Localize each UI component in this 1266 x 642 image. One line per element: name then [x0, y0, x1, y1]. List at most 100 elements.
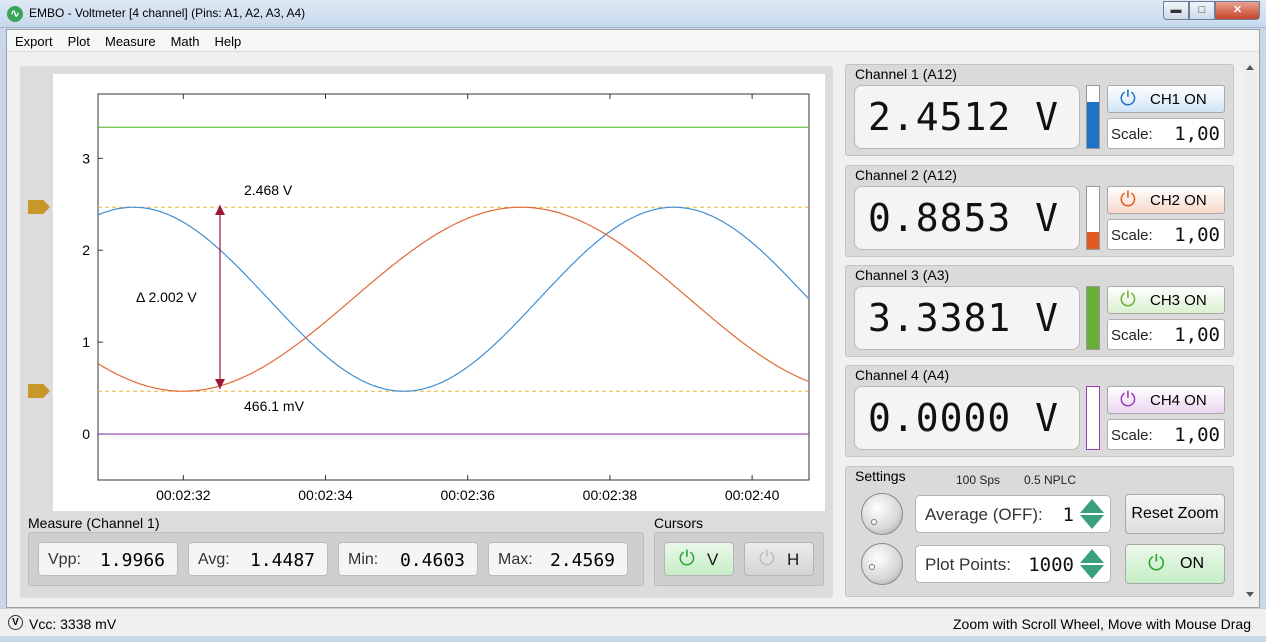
maximize-button[interactable]: □ — [1189, 1, 1215, 20]
window-titlebar: ∿ EMBO - Voltmeter [4 channel] (Pins: A1… — [0, 0, 1266, 28]
measure-label: Vpp: — [48, 551, 81, 568]
cursors-title: Cursors — [654, 515, 704, 531]
ch3-on-button[interactable]: ⏻ CH3 ON — [1107, 286, 1225, 314]
channel-2-scale-field[interactable]: Scale: 1,00 — [1107, 219, 1225, 250]
knob-indicator — [869, 564, 875, 570]
ch2-button-label: CH2 ON — [1150, 192, 1207, 209]
menu-plot[interactable]: Plot — [60, 30, 97, 51]
cursor-handle-upper[interactable] — [28, 200, 50, 214]
spin-down-icon[interactable] — [1080, 515, 1104, 529]
average-spinbox[interactable]: Average (OFF): 1 — [915, 495, 1111, 533]
cursor-v-button[interactable]: ⏻ V — [664, 542, 734, 576]
channel-3-scale-field[interactable]: Scale: 1,00 — [1107, 319, 1225, 350]
y-tick-label: 3 — [82, 150, 90, 166]
y-tick-label: 1 — [82, 334, 90, 350]
average-knob[interactable] — [861, 493, 903, 535]
spin-up-icon[interactable] — [1080, 549, 1104, 563]
spin-down-icon[interactable] — [1080, 565, 1104, 579]
scroll-down-icon[interactable] — [1246, 592, 1254, 597]
ch4-on-button[interactable]: ⏻ CH4 ON — [1107, 386, 1225, 414]
channel-1-value: 2.4512 V — [867, 95, 1059, 139]
measure-avg: Avg: 1.4487 — [188, 542, 328, 576]
x-tick-label: 00:02:32 — [156, 487, 211, 503]
cursor-handle-lower[interactable] — [28, 384, 50, 398]
series-line-1 — [97, 206, 809, 392]
ch1-on-button[interactable]: ⏻ CH1 ON — [1107, 85, 1225, 113]
channel-4-title: Channel 4 (A4) — [855, 367, 950, 383]
channel-4-panel: Channel 4 (A4) 0.0000 V ⏻ CH4 ON Scale: … — [845, 365, 1234, 457]
cursor-h-label: H — [787, 550, 800, 569]
channel-2-level-fill — [1087, 232, 1099, 249]
cursor-delta-label: Δ 2.002 V — [136, 289, 197, 305]
x-tick-label: 00:02:34 — [298, 487, 353, 503]
scale-value: 1,00 — [1174, 324, 1220, 346]
plot-area[interactable]: 0 1 2 3 00:02:32 00:02:34 00:02:36 00:02:38 00:0… — [53, 74, 825, 511]
menu-math[interactable]: Math — [163, 30, 207, 51]
measure-label: Min: — [348, 551, 379, 568]
plot-points-knob[interactable] — [861, 543, 903, 585]
cursors-group: ⏻ V ⏻ H — [654, 532, 824, 586]
channel-3-value: 3.3381 V — [867, 296, 1059, 340]
x-tick-label: 00:02:36 — [440, 487, 495, 503]
voltage-plot[interactable]: 0 1 2 3 00:02:32 00:02:34 00:02:36 00:02:38 00:0… — [53, 74, 825, 511]
channel-4-scale-field[interactable]: Scale: 1,00 — [1107, 419, 1225, 450]
run-on-button[interactable]: ⏻ ON — [1125, 544, 1225, 584]
cursor-h-button[interactable]: ⏻ H — [744, 542, 814, 576]
channel-1-title: Channel 1 (A12) — [855, 66, 957, 82]
channel-2-level-bar — [1086, 186, 1100, 250]
measure-title: Measure (Channel 1) — [28, 515, 160, 531]
window-controls: ▬ □ ✕ — [1163, 1, 1260, 20]
channel-4-display: 0.0000 V — [854, 386, 1080, 450]
channel-2-display: 0.8853 V — [854, 186, 1080, 250]
y-tick-label: 0 — [82, 426, 90, 442]
channel-3-level-fill — [1087, 287, 1099, 349]
channel-3-display: 3.3381 V — [854, 286, 1080, 350]
nplc-label: 0.5 NPLC — [1024, 473, 1077, 487]
ch2-on-button[interactable]: ⏻ CH2 ON — [1107, 186, 1225, 214]
scale-label: Scale: — [1111, 227, 1153, 244]
ch1-button-label: CH1 ON — [1150, 91, 1207, 108]
cursor-v-label: V — [707, 550, 719, 569]
channel-4-level-bar — [1086, 386, 1100, 450]
reset-zoom-button[interactable]: Reset Zoom — [1125, 494, 1225, 534]
main-window: Export Plot Measure Math Help 0 1 2 3 00:02:… — [6, 29, 1260, 608]
status-hint: Zoom with Scroll Wheel, Move with Mouse … — [953, 616, 1251, 632]
scale-label: Scale: — [1111, 327, 1153, 344]
average-value: 1 — [1062, 504, 1074, 526]
menu-export[interactable]: Export — [7, 30, 60, 51]
average-label: Average (OFF): — [925, 505, 1043, 524]
measure-min: Min: 0.4603 — [338, 542, 478, 576]
menu-measure[interactable]: Measure — [97, 30, 163, 51]
measure-value: 1.9966 — [99, 550, 165, 571]
menu-bar: Export Plot Measure Math Help — [7, 30, 1259, 52]
plot-points-spinbox[interactable]: Plot Points: 1000 — [915, 545, 1111, 583]
cursor-bottom-label: 466.1 mV — [244, 398, 305, 414]
measure-max: Max: 2.4569 — [488, 542, 628, 576]
power-icon: ⏻ — [679, 548, 695, 570]
channel-3-title: Channel 3 (A3) — [855, 267, 950, 283]
measure-group: Vpp: 1.9966 Avg: 1.4487 Min: 0.4603 Max:… — [28, 532, 644, 586]
channel-1-scale-field[interactable]: Scale: 1,00 — [1107, 118, 1225, 149]
measure-label: Max: — [498, 551, 533, 568]
minimize-button[interactable]: ▬ — [1163, 1, 1189, 20]
power-icon: ⏻ — [1120, 389, 1136, 411]
measure-value: 2.4569 — [549, 550, 615, 571]
spin-up-icon[interactable] — [1080, 499, 1104, 513]
measure-value: 1.4487 — [249, 550, 315, 571]
channel-1-panel: Channel 1 (A12) 2.4512 V ⏻ CH1 ON Scale:… — [845, 64, 1234, 156]
cursor-arrow-down — [215, 379, 225, 389]
menu-help[interactable]: Help — [206, 30, 248, 51]
plot-points-label: Plot Points: — [925, 555, 1011, 574]
channel-4-value: 0.0000 V — [867, 396, 1059, 440]
scale-value: 1,00 — [1174, 123, 1220, 145]
scroll-up-icon[interactable] — [1246, 65, 1254, 70]
scale-value: 1,00 — [1174, 424, 1220, 446]
x-tick-label: 00:02:38 — [583, 487, 638, 503]
power-icon: ⏻ — [759, 548, 775, 570]
vertical-scrollbar[interactable] — [1244, 62, 1257, 600]
close-button[interactable]: ✕ — [1215, 1, 1260, 20]
channel-1-level-fill — [1087, 102, 1099, 148]
channel-3-panel: Channel 3 (A3) 3.3381 V ⏻ CH3 ON Scale: … — [845, 265, 1234, 357]
sample-rate-label: 100 Sps — [956, 473, 1001, 487]
ch4-button-label: CH4 ON — [1150, 392, 1207, 409]
